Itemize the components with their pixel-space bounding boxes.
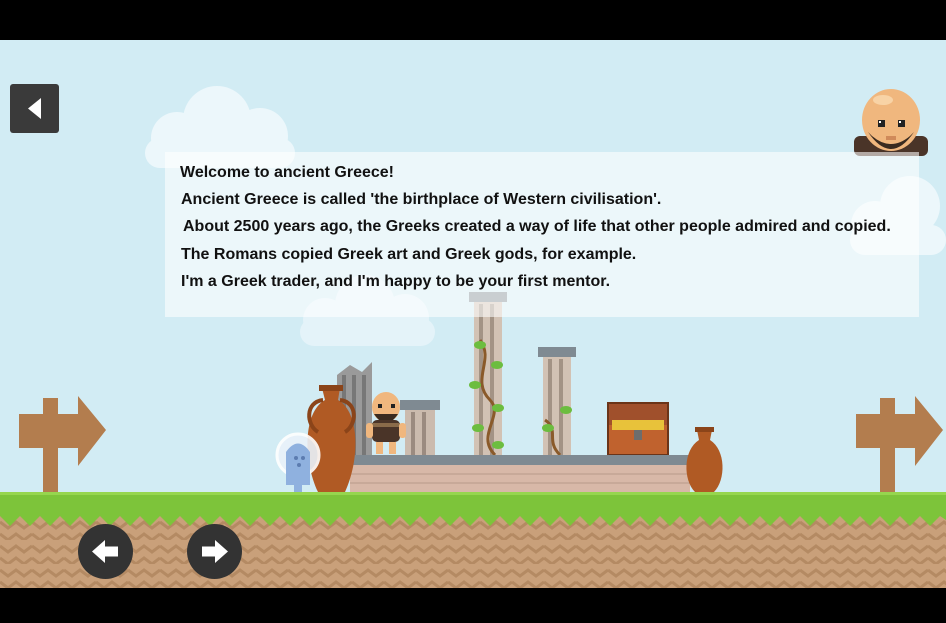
dialog-line: I'm a Greek trader, and I'm happy to be … bbox=[181, 273, 611, 290]
letterbox-bottom bbox=[0, 588, 946, 623]
dialog-line: Welcome to ancient Greece! bbox=[180, 164, 394, 181]
arrow-right-icon bbox=[202, 540, 228, 563]
move-left-button[interactable] bbox=[78, 524, 133, 579]
stone-platform bbox=[345, 455, 695, 492]
treasure-chest bbox=[607, 402, 669, 456]
arrow-left-icon bbox=[92, 540, 118, 563]
ground bbox=[0, 492, 946, 588]
game-scene: Welcome to ancient Greece! Ancient Greec… bbox=[0, 40, 946, 588]
right-column bbox=[538, 347, 576, 457]
large-amphora bbox=[307, 385, 356, 492]
mentor-avatar bbox=[854, 89, 928, 156]
move-right-button[interactable] bbox=[187, 524, 242, 579]
small-amphora bbox=[686, 427, 723, 492]
dialog-line: The Romans copied Greek art and Greek go… bbox=[181, 246, 637, 263]
back-button[interactable] bbox=[10, 84, 59, 133]
signpost-left bbox=[19, 396, 106, 492]
triangle-left-icon bbox=[28, 98, 41, 119]
player-character bbox=[275, 432, 321, 492]
dialog-line: About 2500 years ago, the Greeks created… bbox=[183, 218, 891, 235]
dialog-panel: Welcome to ancient Greece! Ancient Greec… bbox=[165, 152, 919, 317]
letterbox-top bbox=[0, 0, 946, 40]
signpost-right bbox=[856, 396, 943, 492]
dialog-line: Ancient Greece is called 'the birthplace… bbox=[181, 191, 662, 208]
